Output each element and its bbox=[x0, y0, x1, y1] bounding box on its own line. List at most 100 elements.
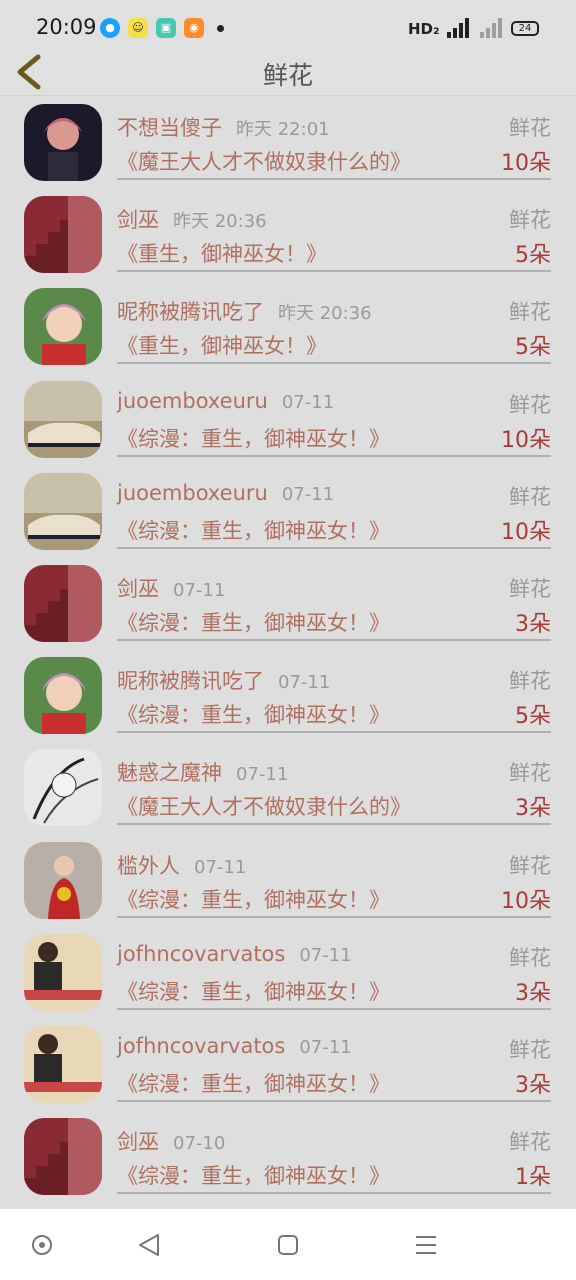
book-title[interactable]: 《魔王大人才不做奴隶什么的》 bbox=[117, 791, 411, 821]
flower-count: 10朵 bbox=[501, 427, 551, 453]
avatar[interactable] bbox=[24, 472, 102, 550]
book-title[interactable]: 《综漫：重生，御神巫女！》 bbox=[117, 515, 390, 545]
notification-dot-icon bbox=[217, 25, 224, 32]
user-name[interactable]: 槛外人 bbox=[117, 854, 180, 878]
avatar[interactable] bbox=[24, 288, 102, 366]
book-title[interactable]: 《重生，御神巫女！》 bbox=[117, 238, 327, 268]
book-title[interactable]: 《综漫：重生，御神巫女！》 bbox=[117, 423, 390, 453]
back-icon[interactable] bbox=[136, 1231, 164, 1259]
user-name[interactable]: jofhncovarvatos bbox=[117, 942, 285, 966]
flower-count: 3朵 bbox=[515, 611, 551, 637]
user-name[interactable]: 昵称被腾讯吃了 bbox=[117, 300, 264, 324]
avatar[interactable] bbox=[24, 104, 102, 181]
avatar[interactable] bbox=[24, 564, 102, 642]
timestamp: 07-11 bbox=[278, 672, 331, 694]
book-title[interactable]: 《综漫：重生，御神巫女！》 bbox=[117, 1160, 390, 1190]
list-item[interactable]: juoemboxeuru 07-11 鲜花 《综漫：重生，御神巫女！》 10朵 bbox=[0, 373, 576, 465]
gift-type-label: 鲜花 bbox=[509, 392, 551, 417]
timestamp: 07-11 bbox=[281, 483, 335, 505]
avatar[interactable] bbox=[24, 380, 102, 458]
flower-count: 1朵 bbox=[515, 1165, 551, 1191]
status-bar: 20:09 ● ☺ ▣ ◉ HD₂ 24 bbox=[0, 0, 576, 46]
user-name[interactable]: juoemboxeuru bbox=[117, 481, 268, 505]
flower-count: 3朵 bbox=[515, 1072, 551, 1098]
avatar[interactable] bbox=[24, 749, 102, 827]
home-icon[interactable] bbox=[274, 1231, 302, 1259]
flower-count: 3朵 bbox=[515, 796, 551, 822]
timestamp: 07-11 bbox=[236, 764, 289, 786]
battery-icon: 24 bbox=[511, 21, 539, 36]
page-title: 鲜花 bbox=[262, 61, 313, 90]
qq-icon: ● bbox=[100, 18, 120, 38]
avatar[interactable] bbox=[24, 933, 102, 1011]
flower-count: 5朵 bbox=[515, 335, 551, 361]
avatar[interactable] bbox=[24, 1025, 102, 1103]
avatar[interactable] bbox=[24, 841, 102, 919]
list-item[interactable]: 剑巫 昨天 20:36 鲜花《重生，御神巫女！》 5朵 bbox=[0, 188, 576, 280]
list-item[interactable]: 剑巫 07-11 鲜花《综漫：重生，御神巫女！》 3朵 bbox=[0, 557, 576, 649]
avatar[interactable] bbox=[24, 196, 102, 274]
timestamp: 昨天 22:01 bbox=[236, 119, 330, 140]
divider bbox=[117, 731, 551, 734]
gift-type-label: 鲜花 bbox=[509, 1037, 551, 1062]
timestamp: 07-11 bbox=[299, 944, 352, 966]
timestamp: 昨天 20:36 bbox=[173, 211, 267, 233]
divider bbox=[117, 1099, 551, 1102]
book-title[interactable]: 《综漫：重生，御神巫女！》 bbox=[117, 1068, 390, 1098]
signal-2-icon bbox=[480, 18, 508, 38]
user-name[interactable]: 剑巫 bbox=[117, 1130, 159, 1154]
avatar[interactable] bbox=[24, 657, 102, 735]
list-item[interactable]: 昵称被腾讯吃了 07-11 鲜花《综漫：重生，御神巫女！》 5朵 bbox=[0, 649, 576, 741]
list-item[interactable]: 不想当傻子 昨天 22:01 鲜花《魔王大人才不做奴隶什么的》 10朵 bbox=[0, 96, 576, 188]
network-label: HD₂ bbox=[408, 20, 440, 38]
list-item[interactable]: jofhncovarvatos 07-11 鲜花 《综漫：重生，御神巫女！》 3朵 bbox=[0, 1018, 576, 1110]
divider bbox=[117, 638, 551, 641]
gift-type-label: 鲜花 bbox=[509, 576, 551, 601]
uc-browser-icon: ◉ bbox=[184, 18, 204, 38]
divider bbox=[117, 915, 551, 918]
flower-count: 3朵 bbox=[515, 980, 551, 1006]
gift-type-label: 鲜花 bbox=[509, 761, 551, 786]
book-title[interactable]: 《魔王大人才不做奴隶什么的》 bbox=[117, 146, 411, 176]
gift-type-label: 鲜花 bbox=[509, 300, 551, 325]
divider bbox=[117, 823, 551, 826]
user-name[interactable]: juoemboxeuru bbox=[117, 389, 268, 413]
user-name[interactable]: jofhncovarvatos bbox=[117, 1034, 285, 1058]
green-app-icon: ▣ bbox=[156, 18, 176, 38]
flower-count: 10朵 bbox=[501, 151, 551, 176]
book-title[interactable]: 《综漫：重生，御神巫女！》 bbox=[117, 884, 390, 914]
timestamp: 昨天 20:36 bbox=[278, 303, 372, 325]
menu-icon[interactable] bbox=[412, 1231, 440, 1259]
user-name[interactable]: 魅惑之魔神 bbox=[117, 761, 222, 785]
assistant-icon[interactable] bbox=[28, 1231, 56, 1259]
book-title[interactable]: 《综漫：重生，御神巫女！》 bbox=[117, 976, 390, 1006]
list-item[interactable]: 剑巫 07-10 鲜花 《综漫：重生，御神巫女！》 1朵 bbox=[0, 1110, 576, 1202]
list-item[interactable]: jofhncovarvatos 07-11 鲜花 《综漫：重生，御神巫女！》 3朵 bbox=[0, 926, 576, 1018]
book-title[interactable]: 《综漫：重生，御神巫女！》 bbox=[117, 607, 390, 637]
timestamp: 07-11 bbox=[194, 856, 247, 878]
user-name[interactable]: 昵称被腾讯吃了 bbox=[117, 669, 264, 693]
navigation-bar bbox=[0, 1209, 576, 1280]
timestamp: 07-11 bbox=[173, 579, 226, 601]
gift-type-label: 鲜花 bbox=[509, 853, 551, 878]
list-item[interactable]: 昵称被腾讯吃了 昨天 20:36 鲜花《重生，御神巫女！》 5朵 bbox=[0, 280, 576, 372]
gift-type-label: 鲜花 bbox=[509, 116, 551, 140]
gift-type-label: 鲜花 bbox=[509, 484, 551, 509]
flower-count: 5朵 bbox=[515, 704, 551, 730]
list-item[interactable]: 槛外人 07-11 鲜花《综漫：重生，御神巫女！》 10朵 bbox=[0, 834, 576, 926]
gift-type-label: 鲜花 bbox=[509, 669, 551, 694]
flower-count: 5朵 bbox=[515, 243, 551, 269]
flower-count: 10朵 bbox=[501, 888, 551, 914]
divider bbox=[117, 454, 551, 457]
book-title[interactable]: 《重生，御神巫女！》 bbox=[117, 330, 327, 360]
book-title[interactable]: 《综漫：重生，御神巫女！》 bbox=[117, 699, 390, 729]
divider bbox=[117, 1007, 551, 1010]
gift-type-label: 鲜花 bbox=[509, 208, 551, 233]
list-item[interactable]: juoemboxeuru 07-11 鲜花 《综漫：重生，御神巫女！》 10朵 bbox=[0, 465, 576, 557]
user-name[interactable]: 剑巫 bbox=[117, 577, 159, 601]
user-name[interactable]: 剑巫 bbox=[117, 208, 159, 232]
user-name[interactable]: 不想当傻子 bbox=[117, 116, 222, 140]
timestamp: 07-10 bbox=[173, 1133, 226, 1155]
avatar[interactable] bbox=[24, 1118, 102, 1196]
list-item[interactable]: 魅惑之魔神 07-11 鲜花《魔王大人才不做奴隶什么的》 3朵 bbox=[0, 741, 576, 833]
